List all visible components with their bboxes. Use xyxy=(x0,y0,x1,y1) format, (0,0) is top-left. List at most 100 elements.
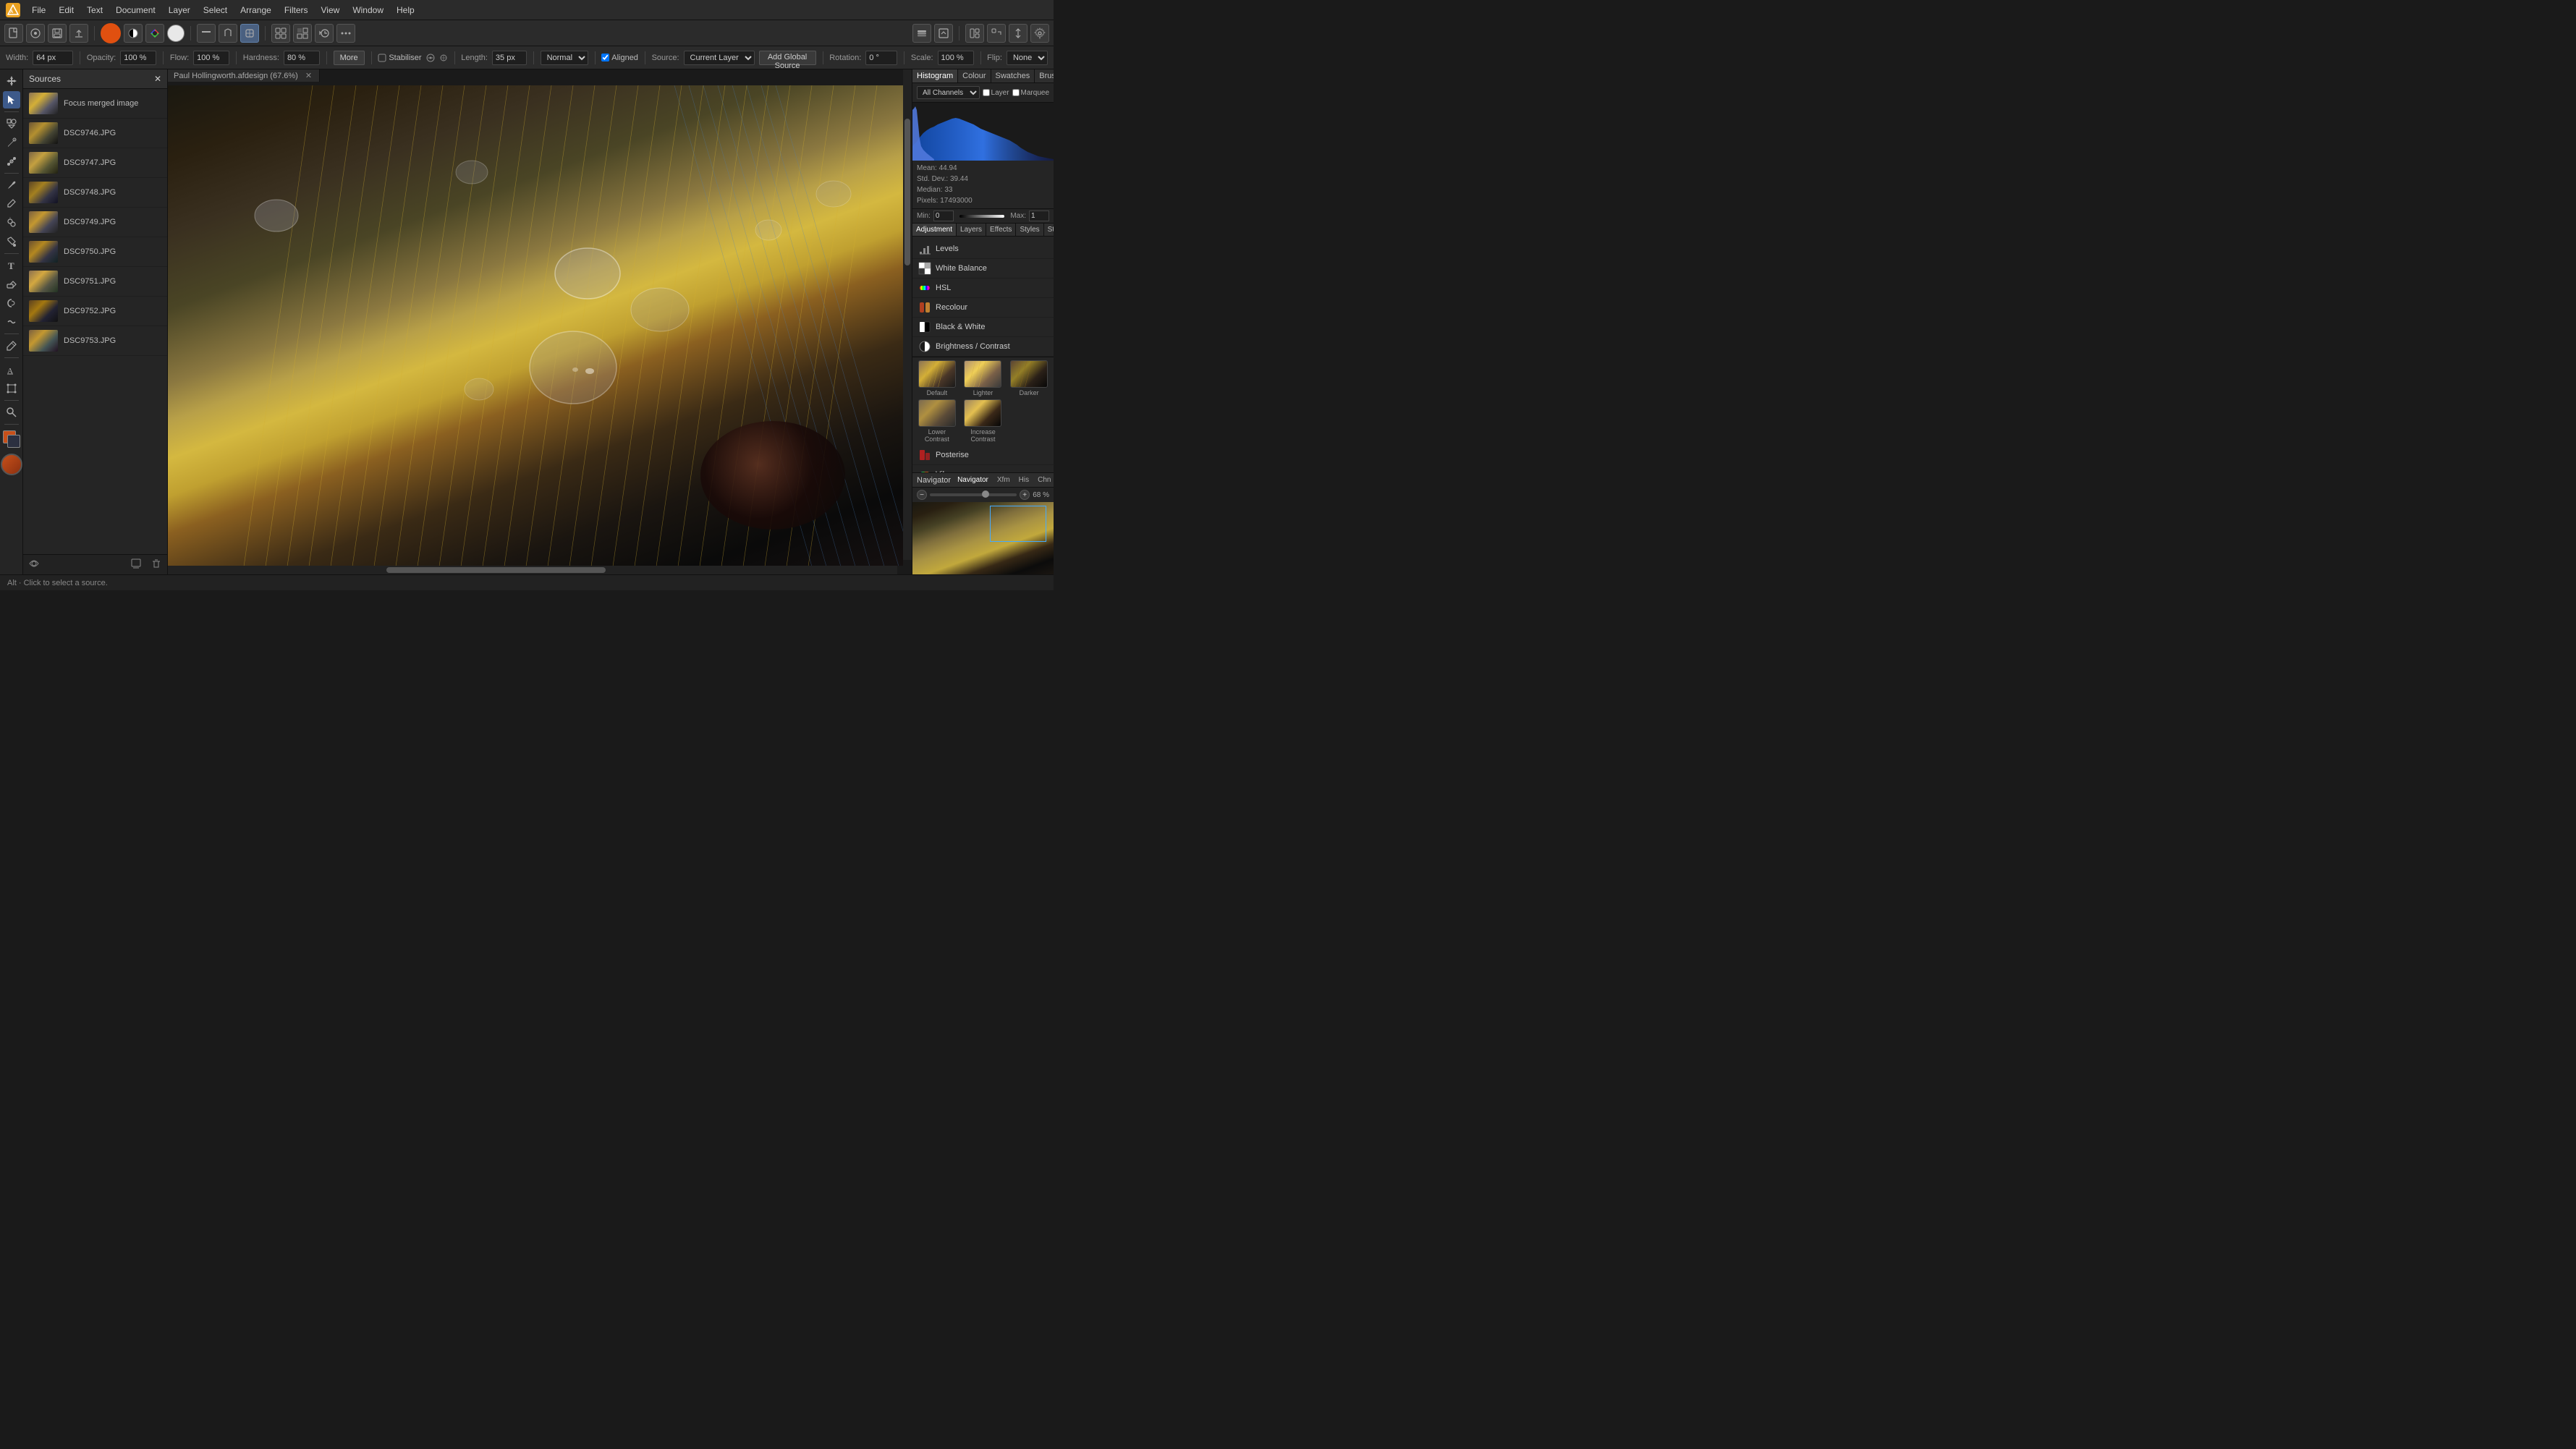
source-item-focus[interactable]: Focus merged image xyxy=(23,89,167,119)
history-btn[interactable] xyxy=(315,24,334,43)
nav-tab-navigator[interactable]: Navigator xyxy=(955,475,991,485)
tool-move[interactable] xyxy=(3,72,20,90)
adj-levels[interactable]: Levels xyxy=(912,239,1054,259)
source-item-9749[interactable]: DSC9749.JPG xyxy=(23,208,167,237)
zoom-slider[interactable] xyxy=(930,493,1017,496)
source-item-9748[interactable]: DSC9748.JPG xyxy=(23,178,167,208)
menu-help[interactable]: Help xyxy=(391,4,420,17)
source-item-9746[interactable]: DSC9746.JPG xyxy=(23,119,167,148)
source-item-9751[interactable]: DSC9751.JPG xyxy=(23,267,167,297)
vertical-scrollbar[interactable] xyxy=(903,69,912,560)
width-input[interactable] xyxy=(33,51,73,65)
preset-default[interactable]: Default xyxy=(915,360,959,396)
histogram-tab[interactable]: Histogram xyxy=(912,69,958,82)
tool-colorpick[interactable] xyxy=(3,337,20,354)
menu-document[interactable]: Document xyxy=(110,4,161,17)
color-picker-btn[interactable] xyxy=(101,23,121,43)
tool-zoom[interactable] xyxy=(3,404,20,421)
snap-btn[interactable] xyxy=(271,24,290,43)
histogram-channel-dropdown[interactable]: All Channels xyxy=(917,86,980,99)
new-file-btn[interactable] xyxy=(4,24,23,43)
adj-white-balance[interactable]: White Balance xyxy=(912,259,1054,279)
zoom-out-btn[interactable]: − xyxy=(917,490,927,500)
arrange-btn[interactable] xyxy=(1009,24,1028,43)
blend-mode-dropdown[interactable]: Normal xyxy=(541,51,588,65)
tool-node[interactable] xyxy=(3,153,20,170)
flow-input[interactable] xyxy=(193,51,229,65)
add-global-source-btn[interactable]: Add Global Source xyxy=(759,51,816,65)
source-item-9752[interactable]: DSC9752.JPG xyxy=(23,297,167,326)
source-item-9747[interactable]: DSC9747.JPG xyxy=(23,148,167,178)
preset-darker[interactable]: Darker xyxy=(1007,360,1051,396)
length-input[interactable] xyxy=(492,51,527,65)
fg-color-swatch[interactable] xyxy=(3,430,20,448)
preset-lighter[interactable]: Lighter xyxy=(962,360,1005,396)
save-btn[interactable] xyxy=(48,24,67,43)
source-item-9753[interactable]: DSC9753.JPG xyxy=(23,326,167,356)
menu-file[interactable]: File xyxy=(26,4,51,17)
source-add-btn[interactable] xyxy=(131,558,141,571)
tool-clone[interactable] xyxy=(3,214,20,231)
hardness-input[interactable] xyxy=(284,51,320,65)
adj-black-white[interactable]: Black & White xyxy=(912,318,1054,337)
more-btn[interactable] xyxy=(336,24,355,43)
export-btn[interactable] xyxy=(69,24,88,43)
nav-tab-chn[interactable]: Chn xyxy=(1035,475,1053,485)
aligned-check[interactable]: Aligned xyxy=(601,54,638,62)
settings-btn[interactable] xyxy=(1030,24,1049,43)
max-input[interactable] xyxy=(1029,211,1049,221)
color-wheel-btn[interactable] xyxy=(145,24,164,43)
open-file-btn[interactable] xyxy=(26,24,45,43)
horizontal-scrollbar-thumb[interactable] xyxy=(386,567,605,573)
adj-tab-stock[interactable]: Stock xyxy=(1044,224,1054,236)
tool-paint[interactable] xyxy=(3,177,20,194)
adj-vibrance[interactable]: Vibrance xyxy=(912,465,1054,472)
adj-brightness-contrast[interactable]: Brightness / Contrast xyxy=(912,337,1054,357)
source-dropdown[interactable]: Current Layer xyxy=(684,51,755,65)
tool-shapes[interactable] xyxy=(3,115,20,132)
tool-text[interactable]: T xyxy=(3,257,20,274)
nav-tab-xfm[interactable]: Xfm xyxy=(995,475,1012,485)
flip-dropdown[interactable]: None xyxy=(1007,51,1048,65)
marquee-check[interactable]: Marquee xyxy=(1012,89,1049,97)
min-input[interactable] xyxy=(933,211,954,221)
menu-edit[interactable]: Edit xyxy=(53,4,80,17)
tool-pen[interactable] xyxy=(3,134,20,151)
source-visibility-btn[interactable] xyxy=(29,558,39,571)
preset-lower-contrast[interactable]: Lower Contrast xyxy=(915,399,959,443)
adj-tab-adjustment[interactable]: Adjustment xyxy=(912,224,957,236)
more-options-btn[interactable]: More xyxy=(334,51,365,65)
tone-btn[interactable] xyxy=(124,24,143,43)
rotation-input[interactable] xyxy=(865,51,897,65)
layer-check[interactable]: Layer xyxy=(983,89,1009,97)
menu-select[interactable]: Select xyxy=(198,4,233,17)
layers-panel-btn[interactable] xyxy=(912,24,931,43)
tool-brush[interactable] xyxy=(3,195,20,213)
adj-tab-effects[interactable]: Effects xyxy=(986,224,1016,236)
export-panel-btn[interactable] xyxy=(934,24,953,43)
nav-viewport-indicator[interactable] xyxy=(990,506,1046,542)
menu-layer[interactable]: Layer xyxy=(163,4,196,17)
tool-dodge[interactable] xyxy=(3,294,20,312)
adj-tab-layers[interactable]: Layers xyxy=(957,224,986,236)
zoom-in-btn[interactable]: + xyxy=(1020,490,1030,500)
canvas-close-btn[interactable]: ✕ xyxy=(305,71,312,80)
horizontal-scrollbar[interactable] xyxy=(168,566,897,574)
adj-recolour[interactable]: Recolour xyxy=(912,298,1054,318)
swatches-tab[interactable]: Swatches xyxy=(991,69,1035,82)
menu-arrange[interactable]: Arrange xyxy=(234,4,277,17)
vertical-scrollbar-thumb[interactable] xyxy=(904,119,910,265)
tool-mode-2[interactable] xyxy=(219,24,237,43)
tool-anno[interactable]: A xyxy=(3,361,20,378)
adj-posterise[interactable]: Posterise xyxy=(912,446,1054,465)
adj-tab-styles[interactable]: Styles xyxy=(1016,224,1043,236)
tool-erase[interactable] xyxy=(3,276,20,293)
layout-btn[interactable] xyxy=(965,24,984,43)
source-item-9750[interactable]: DSC9750.JPG xyxy=(23,237,167,267)
colour-tab[interactable]: Colour xyxy=(958,69,991,82)
tool-mode-3[interactable] xyxy=(240,24,259,43)
color-preview-large[interactable] xyxy=(1,454,22,475)
tool-smudge[interactable] xyxy=(3,313,20,331)
adj-hsl[interactable]: HSL xyxy=(912,279,1054,298)
opacity-input[interactable] xyxy=(120,51,156,65)
